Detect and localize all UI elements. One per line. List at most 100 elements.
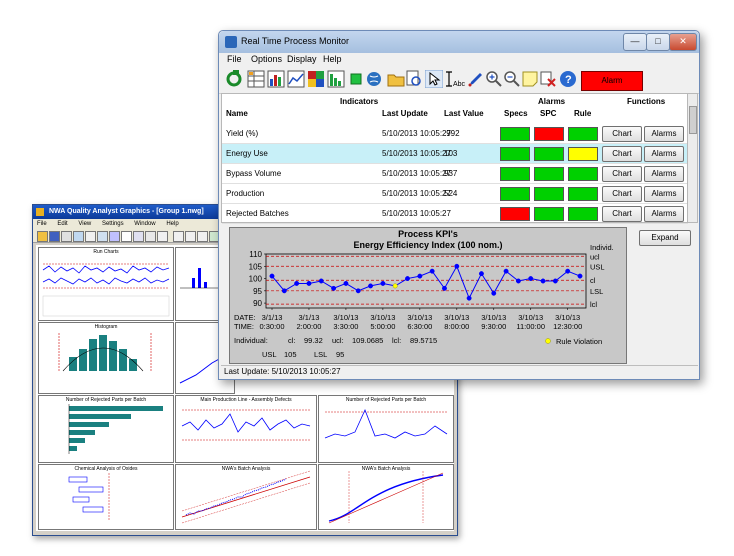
window-title: Real Time Process Monitor [241,36,350,46]
scrollbar-thumb[interactable] [689,106,697,134]
specs-alarm-light [500,207,530,221]
attribute-chart-cell[interactable]: Number of Rejected Parts per Batch [318,395,454,463]
table-icon[interactable] [121,231,132,242]
maximize-button[interactable]: □ [646,33,670,51]
process-monitor-window[interactable]: Real Time Process Monitor — □ ✕ File Opt… [218,30,700,380]
indicator-row[interactable]: Production 5/10/2013 10:05:27 524 Chart Alar… [222,184,688,203]
indicator-scrollbar[interactable] [687,93,698,223]
bar-chart-icon[interactable] [267,70,285,88]
indicator-last-value: 524 [444,189,458,198]
pointer-icon[interactable] [425,70,443,88]
menu-window[interactable]: Window [134,221,155,227]
open-folder-icon[interactable] [387,70,405,88]
pen-icon[interactable] [197,231,208,242]
layout-icon[interactable] [97,231,108,242]
minimize-button[interactable]: — [623,33,647,51]
chart-button[interactable]: Chart [602,146,642,162]
data-point [491,290,497,296]
menu-view[interactable]: View [78,221,91,227]
alarms-button[interactable]: Alarms [644,186,684,202]
grid-chart-icon[interactable] [287,70,305,88]
column-specs[interactable]: Specs [504,109,528,118]
window-icon[interactable] [133,231,144,242]
delete-icon[interactable] [539,70,557,88]
column-last-update[interactable]: Last Update [382,109,428,118]
tile-icon[interactable] [145,231,156,242]
expand-button[interactable]: Expand [639,230,691,246]
data-point [368,283,374,289]
x-tick-time: 5:00:00 [370,322,395,331]
menu-settings[interactable]: Settings [102,221,124,227]
indicator-row[interactable]: Energy Use 5/10/2013 10:05:27 103 Chart Alar… [222,144,688,163]
refresh-icon[interactable] [225,70,243,88]
titlebar[interactable]: Real Time Process Monitor — □ ✕ [219,31,699,53]
green-square-icon[interactable] [347,70,365,88]
alarms-button[interactable]: Alarms [644,126,684,142]
text-icon[interactable] [185,231,196,242]
chart-button[interactable]: Chart [602,166,642,182]
time-row-label: TIME: [234,322,254,331]
chart-button[interactable]: Chart [602,206,642,222]
alarm-button[interactable]: Alarm [581,71,643,91]
menu-file[interactable]: File [227,54,242,64]
color-grid-icon[interactable] [307,70,325,88]
zoom-in-icon[interactable] [485,70,503,88]
alarms-button[interactable]: Alarms [644,146,684,162]
pen-icon[interactable] [467,70,485,88]
save-icon[interactable] [49,231,60,242]
column-last-value[interactable]: Last Value [444,109,484,118]
copy-icon[interactable] [85,231,96,242]
run-chart-cell[interactable]: Run Charts [38,247,174,321]
indicator-last-update: 5/10/2013 10:05:27 [382,209,451,218]
text-cursor-icon[interactable]: Abc [445,70,465,88]
toolbar: Abc ? Alarm [219,67,699,94]
menu-display[interactable]: Display [287,54,317,64]
column-rule[interactable]: Rule [574,109,591,118]
menu-edit[interactable]: Edit [57,221,67,227]
folder-icon[interactable] [37,231,48,242]
alarms-button[interactable]: Alarms [644,206,684,222]
bar-chart-cell[interactable]: Number of Rejected Parts per Batch [38,395,174,463]
cascade-icon[interactable] [157,231,168,242]
column-name[interactable]: Name [226,109,248,118]
zoom-out-icon[interactable] [503,70,521,88]
quality-analyst-title: NWA Quality Analyst Graphics - [Group 1.… [49,208,204,215]
zoom-icon[interactable] [73,231,84,242]
note-icon[interactable] [521,70,539,88]
menu-help[interactable]: Help [166,221,178,227]
regression-cell[interactable]: NWA's Batch Analysis [175,464,317,530]
data-point [515,278,521,284]
lcl-stat-label: lcl: [392,336,401,345]
indicator-name: Bypass Volume [226,169,282,178]
pareto-icon[interactable] [327,70,345,88]
boxplot-thumbnail [68,473,110,521]
table-icon[interactable] [247,70,265,88]
data-point [466,295,472,301]
column-spc[interactable]: SPC [540,109,556,118]
grid-icon[interactable] [109,231,120,242]
data-point [269,273,275,279]
spc-alarm-light [534,147,564,161]
help-icon[interactable]: ? [559,70,577,88]
indicator-row[interactable]: Yield (%) 5/10/2013 10:05:27.992 Chart Alar… [222,124,688,143]
alarms-button[interactable]: Alarms [644,166,684,182]
probability-cell[interactable]: NWA's Batch Analysis [318,464,454,530]
close-button[interactable]: ✕ [669,33,697,51]
chart-button[interactable]: Chart [602,186,642,202]
print-icon[interactable] [61,231,72,242]
menu-file[interactable]: File [37,221,47,227]
chart-button[interactable]: Chart [602,126,642,142]
x-tick-date: 3/10/13 [518,313,543,322]
control-chart-cell[interactable]: Main Production Line - Assembly Defects [175,395,317,463]
pointer-icon[interactable] [173,231,184,242]
histogram-cell[interactable]: Histogram [38,322,174,394]
indicator-row[interactable]: Bypass Volume 5/10/2013 10:05:27 937 Chart A… [222,164,688,183]
data-point [528,276,534,281]
menu-options[interactable]: Options [251,54,282,64]
boxplot-cell[interactable]: Chemical Analysis of Oxides [38,464,174,530]
indicator-row[interactable]: Rejected Batches 5/10/2013 10:05:27 Chart A… [222,204,688,223]
globe-icon[interactable] [365,70,383,88]
menu-help[interactable]: Help [323,54,342,64]
alarms-group-header: Alarms [538,97,566,106]
print-preview-icon[interactable] [405,70,423,88]
